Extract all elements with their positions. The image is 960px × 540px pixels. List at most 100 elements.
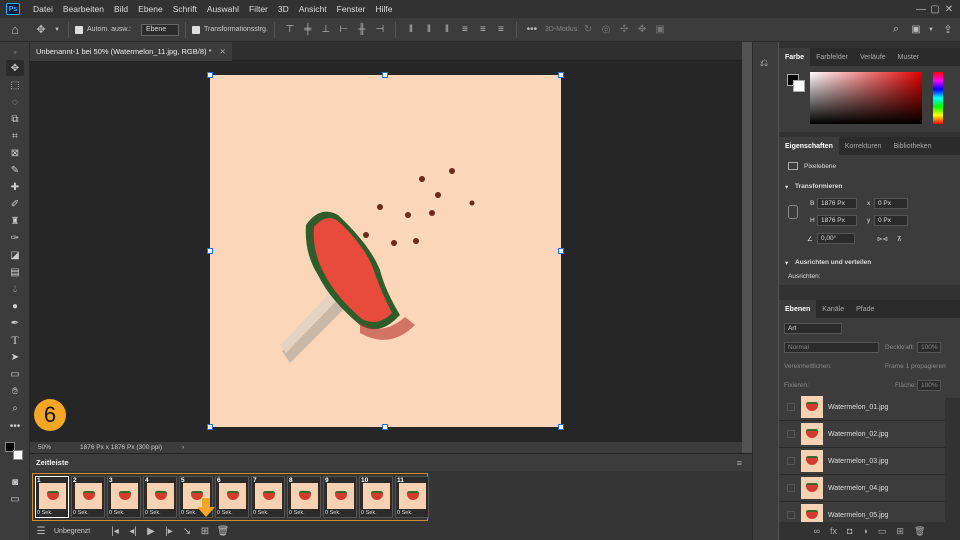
delete-frame-icon[interactable]: 🗑︎ <box>214 526 232 537</box>
tab-ebenen[interactable]: Ebenen <box>779 300 817 318</box>
menu-ansicht[interactable]: Ansicht <box>294 4 332 14</box>
align-bottom-icon[interactable]: ⊥ <box>317 24 335 35</box>
tween-icon[interactable]: ↘ <box>178 526 196 537</box>
flip-vertical-icon[interactable]: ⊼ <box>897 235 902 243</box>
menu-3d[interactable]: 3D <box>273 4 294 14</box>
hand-tool-icon[interactable]: ✋︎ <box>6 383 24 399</box>
tab-kanaele[interactable]: Kanäle <box>816 300 850 318</box>
close-icon[interactable]: ✕ <box>942 4 956 15</box>
brush-tool-icon[interactable]: ✐ <box>6 196 24 212</box>
frame-duration[interactable]: 0 Sek. <box>109 510 125 516</box>
opacity-field[interactable]: 100% <box>917 342 941 353</box>
menu-bild[interactable]: Bild <box>109 4 133 14</box>
blend-mode-dropdown[interactable]: Normal <box>784 342 879 353</box>
tab-verlaeufe[interactable]: Verläufe <box>854 48 892 66</box>
x-field[interactable]: 0 Px <box>874 198 908 209</box>
pen-tool-icon[interactable]: ✒ <box>6 315 24 331</box>
link-icon[interactable] <box>788 205 798 219</box>
frame-duration[interactable]: 0 Sek. <box>397 510 413 516</box>
distribute-vcenter-icon[interactable]: ‖ <box>420 24 438 35</box>
lasso-tool-icon[interactable]: ◌ <box>6 94 24 110</box>
3d-scale-icon[interactable]: ▣ <box>651 24 669 35</box>
adjustment-icon[interactable]: ◑ <box>862 526 867 536</box>
align-vcenter-icon[interactable]: ╪ <box>299 24 317 35</box>
timeline-frame[interactable]: 30 Sek. <box>107 476 141 518</box>
3d-slide-icon[interactable]: ✥ <box>633 24 651 35</box>
flip-horizontal-icon[interactable]: ⊳⊲ <box>877 235 888 243</box>
search-icon[interactable]: ⌕ <box>886 23 906 36</box>
timeline-frame[interactable]: 80 Sek. <box>287 476 321 518</box>
gradient-tool-icon[interactable]: ▤ <box>6 264 24 280</box>
frame-duration[interactable]: 0 Sek. <box>145 510 161 516</box>
minimize-icon[interactable]: — <box>914 4 928 15</box>
transform-handle[interactable] <box>382 424 388 430</box>
move-tool-icon[interactable]: ✥ <box>30 23 52 36</box>
eraser-tool-icon[interactable]: ◪ <box>6 247 24 263</box>
distribute-left-icon[interactable]: ≡ <box>456 24 474 35</box>
tab-korrekturen[interactable]: Korrekturen <box>839 137 888 155</box>
fx-icon[interactable]: fx <box>830 526 837 536</box>
delete-layer-icon[interactable]: 🗑︎ <box>914 526 925 537</box>
move-tool-icon[interactable]: ✥ <box>6 60 24 76</box>
play-icon[interactable]: ▶ <box>142 526 160 537</box>
dodge-tool-icon[interactable]: ● <box>6 298 24 314</box>
menu-fenster[interactable]: Fenster <box>332 4 371 14</box>
rectangle-tool-icon[interactable]: ▭ <box>6 366 24 382</box>
frame-duration[interactable]: 0 Sek. <box>253 510 269 516</box>
crop-tool-icon[interactable]: ⌗ <box>6 128 24 144</box>
group-icon[interactable]: ▭ <box>878 526 887 537</box>
distribute-hcenter-icon[interactable]: ≡ <box>474 24 492 35</box>
home-icon[interactable]: ⌂ <box>0 22 30 37</box>
quick-mask-icon[interactable]: ◙ <box>6 474 24 490</box>
document-canvas[interactable] <box>207 72 564 430</box>
tab-bibliotheken[interactable]: Bibliotheken <box>887 137 937 155</box>
frame-duration[interactable]: 0 Sek. <box>37 510 53 516</box>
history-brush-icon[interactable]: ✑ <box>6 230 24 246</box>
3d-pan-icon[interactable]: ✣ <box>615 24 633 35</box>
marquee-tool-icon[interactable]: ⬚ <box>6 77 24 93</box>
menu-hilfe[interactable]: Hilfe <box>370 4 397 14</box>
history-panel-icon[interactable]: ⎌ <box>760 58 774 72</box>
frame-duration[interactable]: 0 Sek. <box>73 510 89 516</box>
blur-tool-icon[interactable]: 💧︎ <box>6 281 24 297</box>
distribute-right-icon[interactable]: ≡ <box>492 24 510 35</box>
menu-bearbeiten[interactable]: Bearbeiten <box>58 4 109 14</box>
type-tool-icon[interactable]: T <box>6 332 24 348</box>
tab-eigenschaften[interactable]: Eigenschaften <box>779 137 839 155</box>
transform-handle[interactable] <box>558 248 564 254</box>
transform-controls-checkbox[interactable] <box>191 25 200 34</box>
maximize-icon[interactable]: ▢ <box>928 4 942 15</box>
transform-handle[interactable] <box>207 248 213 254</box>
convert-timeline-icon[interactable]: ☰ <box>32 526 50 537</box>
layer-row[interactable]: Watermelon_03.jpg <box>779 448 945 475</box>
tab-close-icon[interactable]: ✕ <box>220 47 226 56</box>
timeline-menu-icon[interactable]: ≡ <box>737 458 742 468</box>
frame-duration[interactable]: 0 Sek. <box>361 510 377 516</box>
layer-row[interactable]: Watermelon_01.jpg <box>779 394 945 421</box>
hue-slider[interactable] <box>933 72 943 124</box>
visibility-toggle[interactable] <box>787 457 795 465</box>
align-left-icon[interactable]: ⊢ <box>335 24 353 35</box>
first-frame-icon[interactable]: |◂ <box>106 526 124 537</box>
frame-duration[interactable]: 0 Sek. <box>181 510 197 516</box>
timeline-frame[interactable]: 20 Sek. <box>71 476 105 518</box>
object-select-tool-icon[interactable]: ⧉ <box>6 111 24 127</box>
tab-muster[interactable]: Muster <box>892 48 925 66</box>
width-field[interactable]: 1876 Px <box>817 198 857 209</box>
distribute-bottom-icon[interactable]: ‖ <box>438 24 456 35</box>
mask-icon[interactable]: ◘ <box>847 526 852 536</box>
color-field[interactable] <box>810 72 922 124</box>
workspace-chevron-icon[interactable]: ▼ <box>926 27 936 33</box>
transform-handle[interactable] <box>207 424 213 430</box>
menu-schrift[interactable]: Schrift <box>168 4 202 14</box>
status-chevron-icon[interactable]: › <box>182 444 184 451</box>
tab-farbe[interactable]: Farbe <box>779 48 811 66</box>
frame-duration[interactable]: 0 Sek. <box>325 510 341 516</box>
layer-filter-dropdown[interactable]: Art <box>784 323 842 334</box>
transform-handle[interactable] <box>382 72 388 78</box>
frame-duration[interactable]: 0 Sek. <box>217 510 233 516</box>
3d-orbit-icon[interactable]: ↻ <box>579 24 597 35</box>
stamp-tool-icon[interactable]: ♜ <box>6 213 24 229</box>
distribute-top-icon[interactable]: ‖ <box>402 24 420 35</box>
zoom-level[interactable]: 50% <box>30 444 70 451</box>
